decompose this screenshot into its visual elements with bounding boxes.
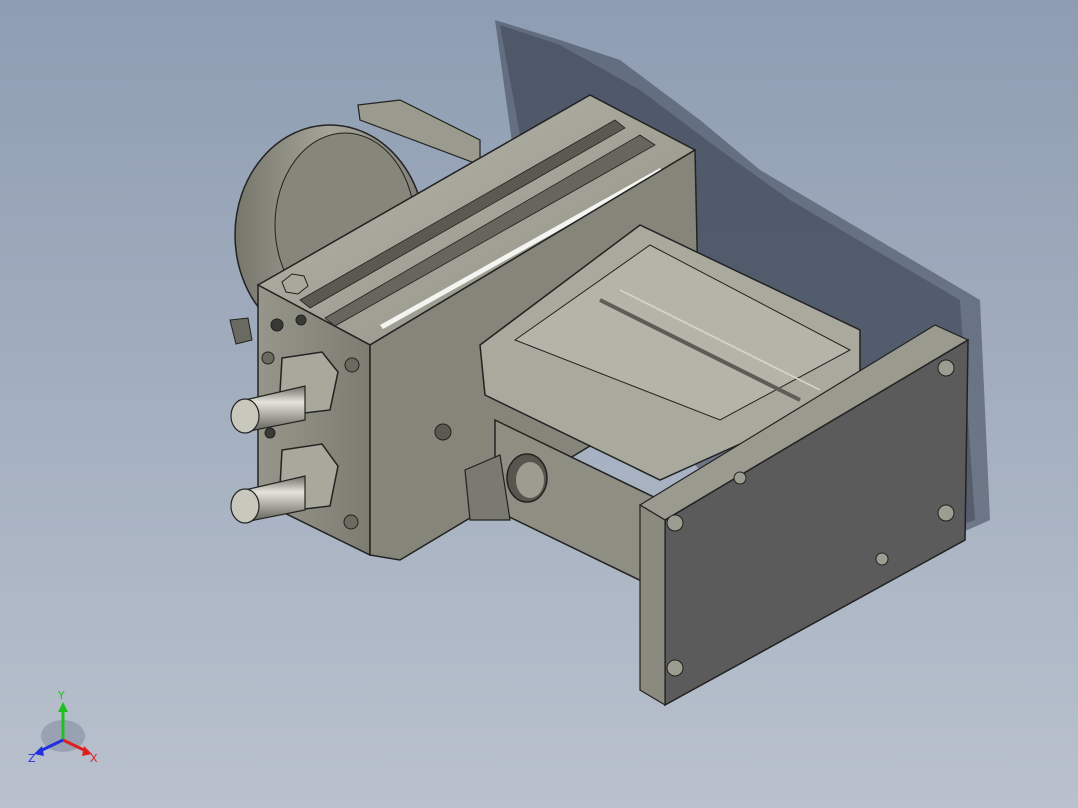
cad-model-view[interactable] (0, 0, 1078, 808)
y-axis-label: Y (57, 690, 65, 702)
cad-viewport[interactable]: Y X Z (0, 0, 1078, 808)
x-axis-label: X (90, 752, 98, 765)
z-axis-label: Z (28, 752, 36, 765)
orientation-triad[interactable]: Y X Z (22, 690, 106, 774)
y-axis-arrow (58, 702, 68, 712)
